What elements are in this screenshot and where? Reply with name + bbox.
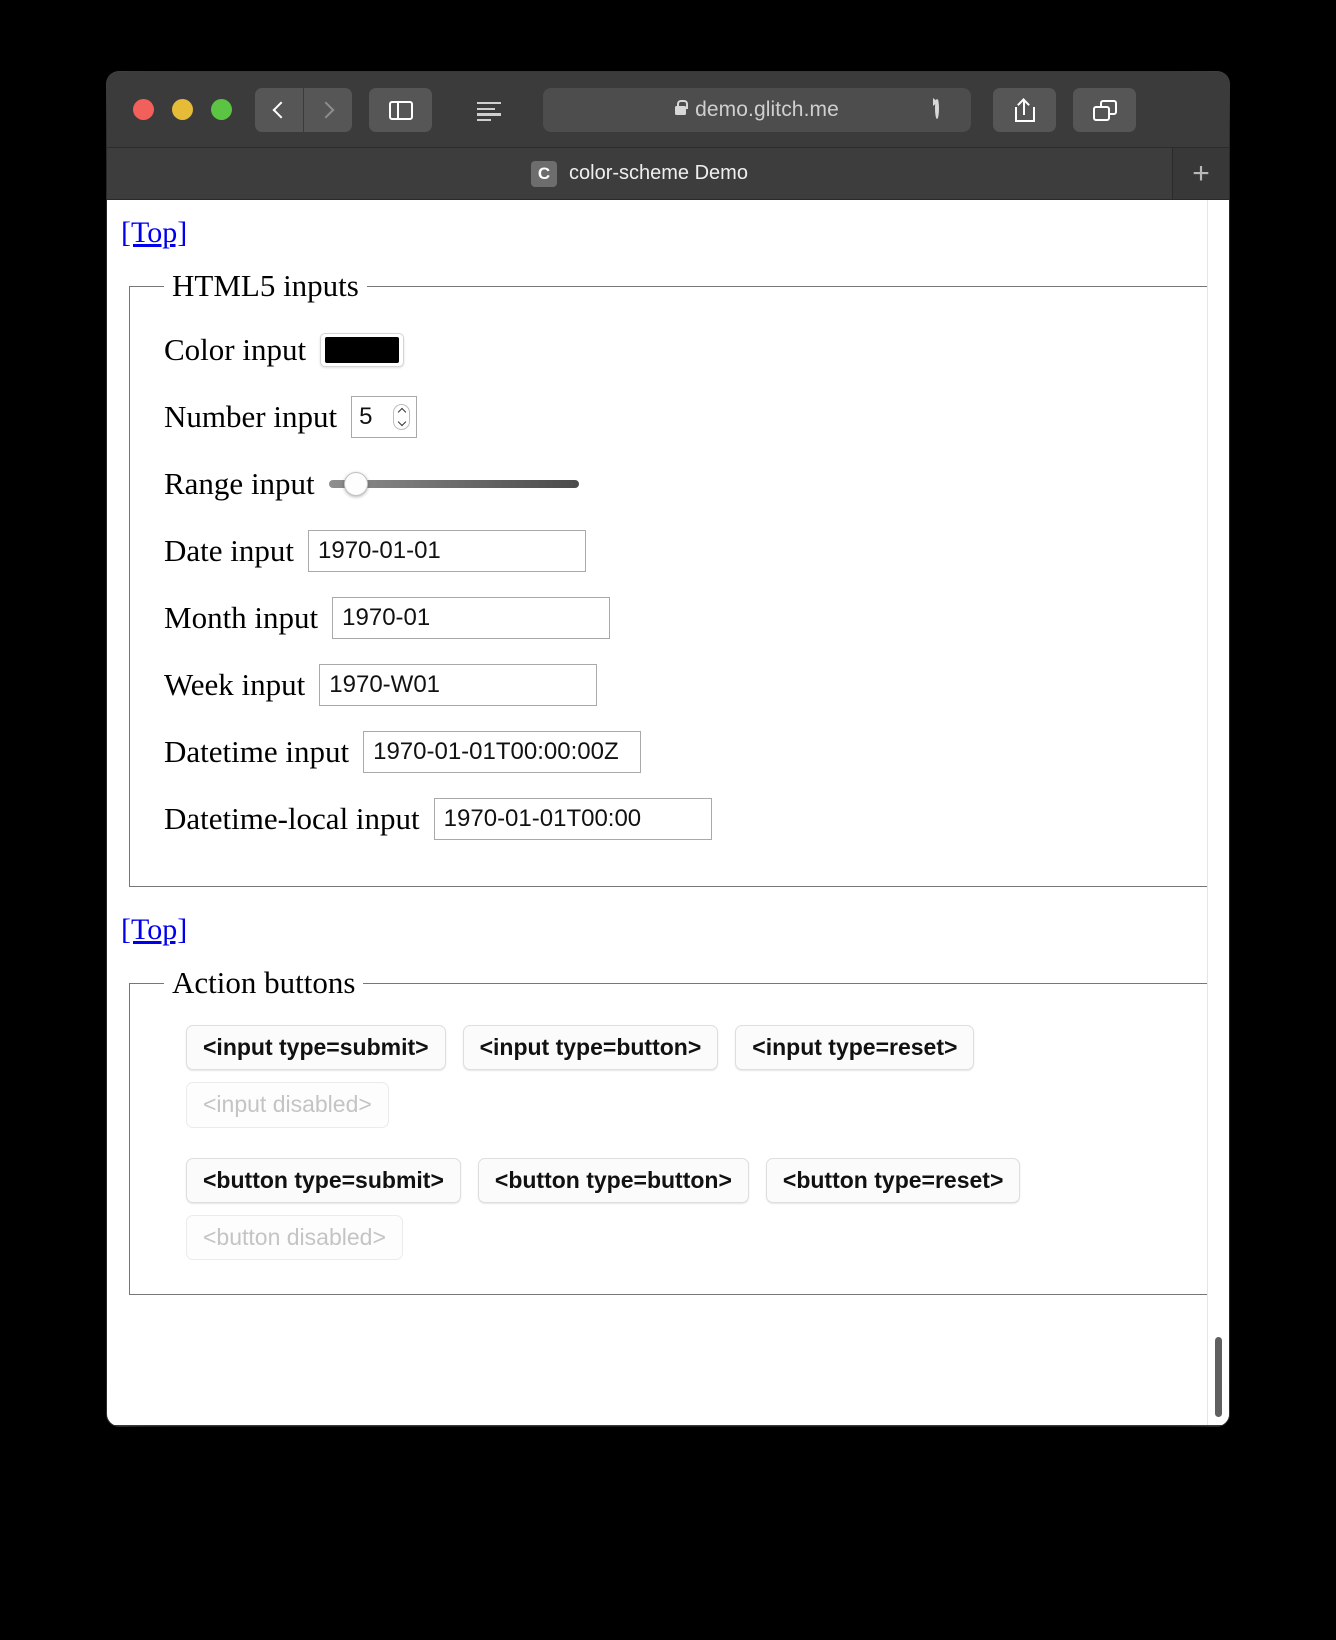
page-viewport: [Top] HTML5 inputs Color input Number in…: [107, 200, 1229, 1425]
datetime-local-input-label: Datetime-local input: [164, 801, 420, 836]
reader-view-button[interactable]: [457, 88, 520, 132]
tab-color-scheme-demo[interactable]: C color-scheme Demo: [107, 148, 1173, 199]
share-button[interactable]: [993, 88, 1056, 132]
html5-inputs-legend: HTML5 inputs: [172, 268, 359, 303]
number-input-value: 5: [359, 403, 373, 430]
input-button-button[interactable]: <input type=button>: [462, 1025, 719, 1071]
range-input-label: Range input: [164, 466, 315, 501]
browser-window: demo.glitch.me C color-scheme Demo + [To…: [107, 72, 1229, 1426]
button-button-button[interactable]: <button type=button>: [477, 1157, 749, 1203]
month-input[interactable]: 1970-01: [332, 597, 611, 639]
url-text: demo.glitch.me: [695, 98, 839, 121]
range-input[interactable]: [328, 472, 579, 496]
action-buttons-fieldset: Action buttons <input type=submit> <inpu…: [129, 965, 1211, 1296]
chevron-left-icon: [272, 101, 290, 119]
number-input[interactable]: 5: [351, 396, 418, 438]
field-row-month: Month input 1970-01: [164, 596, 1192, 640]
date-input[interactable]: 1970-01-01: [308, 530, 586, 572]
week-input[interactable]: 1970-W01: [319, 664, 598, 706]
color-input[interactable]: [320, 333, 405, 367]
tab-overview-icon: [1092, 99, 1117, 121]
reload-button[interactable]: [935, 98, 955, 120]
field-row-date: Date input 1970-01-01: [164, 529, 1192, 573]
tab-overview-button[interactable]: [1073, 88, 1136, 132]
field-row-week: Week input 1970-W01: [164, 663, 1192, 707]
html5-inputs-fieldset: HTML5 inputs Color input Number input 5: [129, 268, 1211, 887]
button-reset-button[interactable]: <button type=reset>: [765, 1157, 1021, 1203]
color-swatch-value: [325, 337, 400, 363]
reader-view-icon: [476, 102, 501, 122]
share-icon: [1014, 98, 1035, 122]
field-row-color: Color input: [164, 328, 1192, 372]
number-stepper[interactable]: [393, 404, 411, 430]
input-buttons-row: <input type=submit> <input type=button> …: [164, 1025, 1192, 1071]
datetime-input[interactable]: 1970-01-01T00:00:00Z: [363, 731, 642, 773]
button-disabled-button: <button disabled>: [186, 1214, 403, 1261]
new-tab-button[interactable]: +: [1173, 148, 1229, 199]
button-submit-button[interactable]: <button type=submit>: [186, 1157, 461, 1203]
window-controls: [133, 99, 232, 120]
input-disabled-row: <input disabled>: [164, 1082, 1192, 1128]
page-scrollbar[interactable]: [1207, 200, 1229, 1425]
favicon: C: [531, 160, 558, 187]
minimize-window-button[interactable]: [172, 99, 193, 120]
field-row-range: Range input: [164, 462, 1192, 506]
month-input-label: Month input: [164, 600, 319, 635]
button-disabled-row: <button disabled>: [164, 1214, 1192, 1261]
button-buttons-row: <button type=submit> <button type=button…: [164, 1157, 1192, 1203]
datetime-local-input[interactable]: 1970-01-01T00:00: [433, 798, 712, 840]
date-input-label: Date input: [164, 533, 294, 568]
sidebar-icon: [388, 100, 413, 120]
datetime-input-label: Datetime input: [164, 734, 350, 769]
forward-button[interactable]: [304, 88, 352, 132]
lock-icon: [675, 99, 688, 115]
input-disabled-button: <input disabled>: [186, 1082, 389, 1128]
scrollbar-thumb[interactable]: [1215, 1337, 1222, 1417]
tab-bar: C color-scheme Demo +: [107, 148, 1229, 200]
action-buttons-legend: Action buttons: [172, 965, 356, 1000]
field-row-datetime: Datetime input 1970-01-01T00:00:00Z: [164, 730, 1192, 774]
color-input-label: Color input: [164, 332, 307, 367]
top-link-2[interactable]: [Top]: [121, 913, 187, 947]
input-submit-button[interactable]: <input type=submit>: [186, 1025, 446, 1071]
chevron-right-icon: [317, 101, 335, 119]
input-reset-button[interactable]: <input type=reset>: [735, 1025, 975, 1071]
page-content: [Top] HTML5 inputs Color input Number in…: [107, 200, 1229, 1335]
back-button[interactable]: [255, 88, 303, 132]
chevron-down-icon[interactable]: [397, 417, 406, 427]
address-bar[interactable]: demo.glitch.me: [543, 88, 971, 132]
maximize-window-button[interactable]: [211, 99, 232, 120]
chevron-up-icon[interactable]: [397, 407, 406, 417]
range-thumb[interactable]: [343, 472, 368, 496]
tab-title: color-scheme Demo: [569, 162, 748, 184]
field-row-datetime-local: Datetime-local input 1970-01-01T00:00: [164, 797, 1192, 841]
reload-icon: [935, 98, 939, 119]
close-window-button[interactable]: [133, 99, 154, 120]
sidebar-toggle-button[interactable]: [369, 88, 432, 132]
field-row-number: Number input 5: [164, 395, 1192, 439]
week-input-label: Week input: [164, 667, 306, 702]
number-input-label: Number input: [164, 399, 338, 434]
browser-toolbar: demo.glitch.me: [107, 72, 1229, 148]
top-link-1[interactable]: [Top]: [121, 216, 187, 250]
